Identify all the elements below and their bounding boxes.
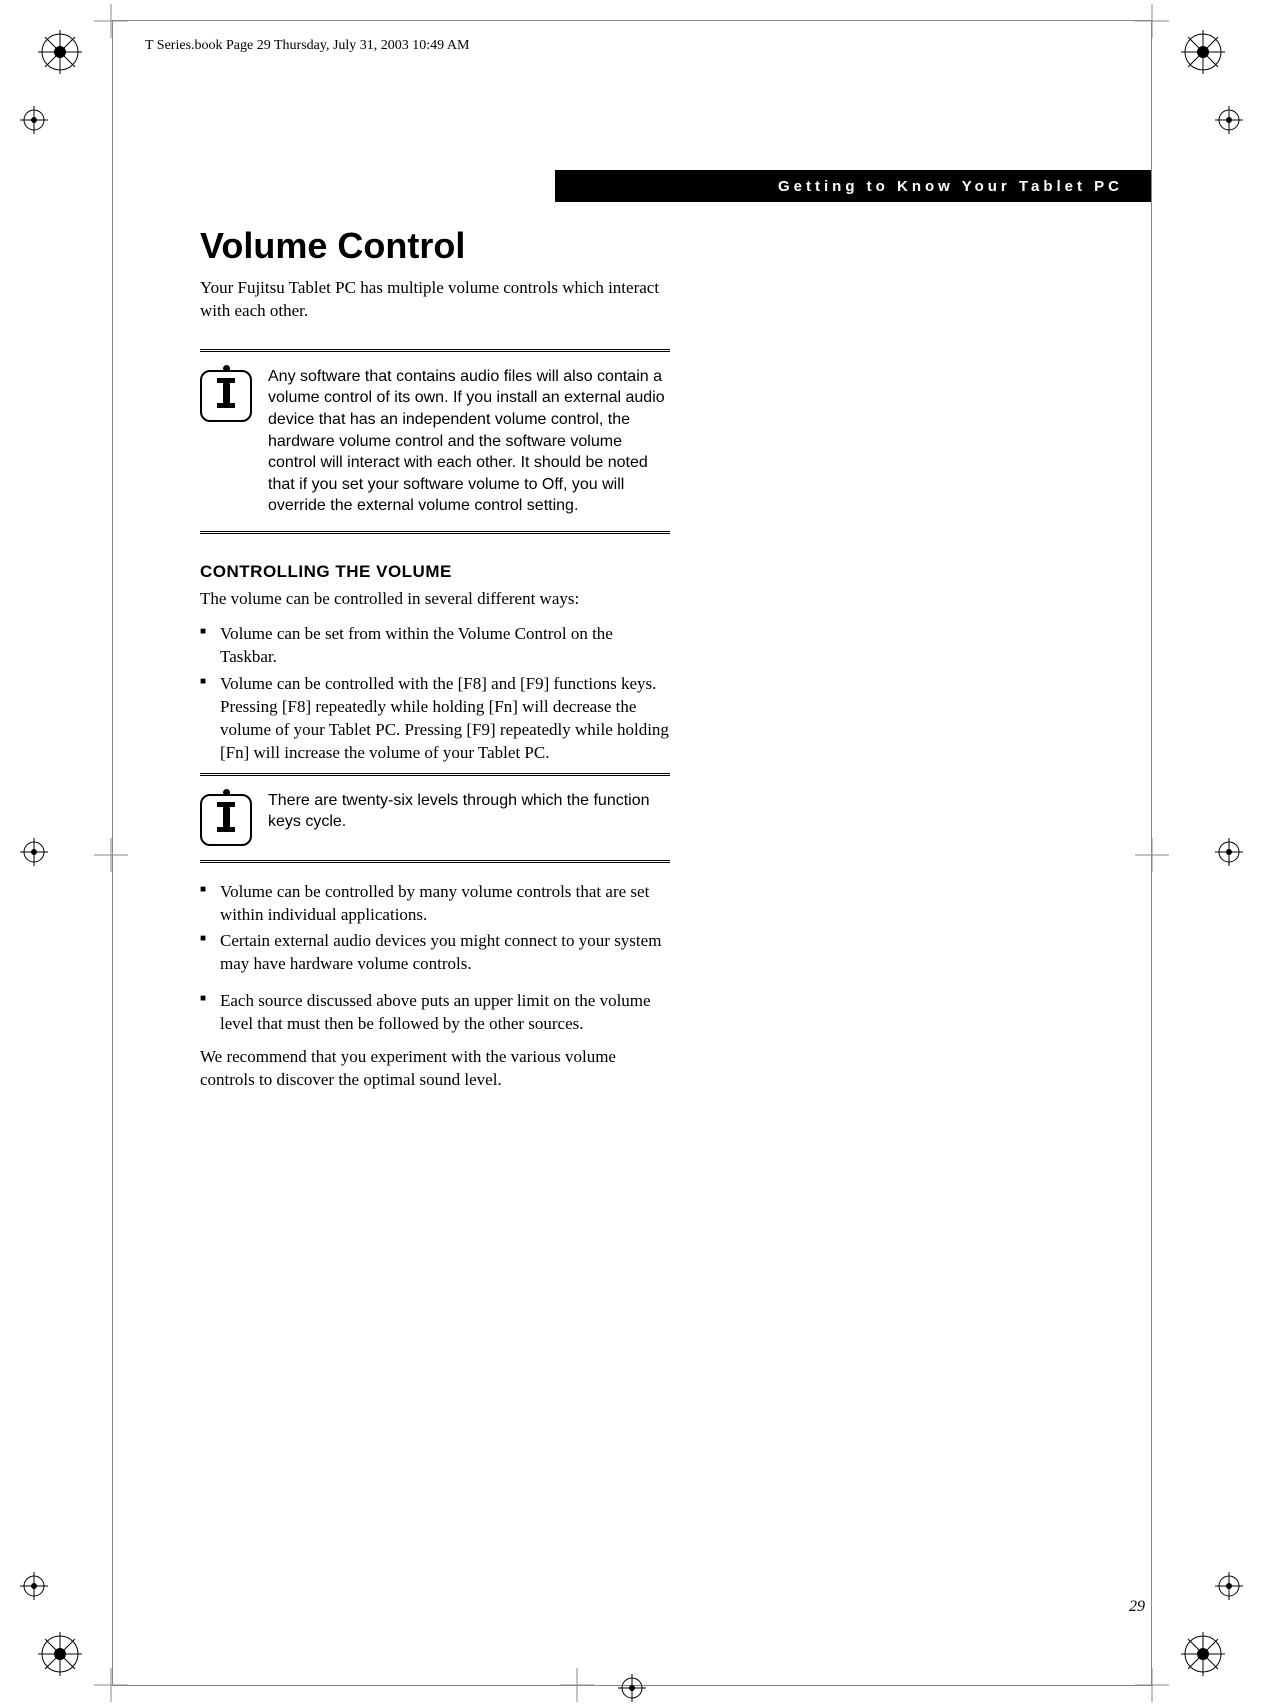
info-note-text: Any software that contains audio files w… [268,366,670,517]
crop-mark-icon [1135,1668,1169,1702]
subheading: CONTROLLING THE VOLUME [200,562,670,582]
crop-mark-icon [1135,838,1169,872]
info-note-box: Any software that contains audio files w… [200,349,670,534]
content-column: Volume Control Your Fujitsu Tablet PC ha… [200,225,670,1104]
bullet-list-b: Volume can be controlled by many volume … [200,881,670,977]
closing-paragraph: We recommend that you experiment with th… [200,1046,670,1092]
list-item: Volume can be set from within the Volume… [200,623,670,669]
list-item: Volume can be controlled by many volume … [200,881,670,927]
target-icon [1215,1572,1243,1600]
section-header-tab: Getting to Know Your Tablet PC [555,170,1151,202]
crop-mark-icon [94,838,128,872]
registration-mark-icon [38,30,82,74]
list-item: Volume can be controlled with the [F8] a… [200,673,670,765]
info-note-box: There are twenty-six levels through whic… [200,773,670,863]
target-icon [618,1674,646,1702]
target-icon [20,106,48,134]
target-icon [20,838,48,866]
page-title: Volume Control [200,225,670,267]
intro-paragraph: Your Fujitsu Tablet PC has multiple volu… [200,277,670,323]
page-number: 29 [1129,1598,1145,1616]
registration-mark-icon [1181,1632,1225,1676]
registration-mark-icon [38,1632,82,1676]
list-item: Each source discussed above puts an uppe… [200,990,670,1036]
lead-paragraph: The volume can be controlled in several … [200,588,670,611]
section-header-text: Getting to Know Your Tablet PC [778,178,1123,195]
crop-mark-icon [1135,4,1169,38]
print-header: T Series.book Page 29 Thursday, July 31,… [145,38,469,54]
bullet-list-c: Each source discussed above puts an uppe… [200,990,670,1036]
info-note-text: There are twenty-six levels through whic… [268,790,670,833]
target-icon [1215,838,1243,866]
registration-mark-icon [1181,30,1225,74]
list-item: Certain external audio devices you might… [200,930,670,976]
target-icon [20,1572,48,1600]
target-icon [1215,106,1243,134]
info-icon [200,370,252,422]
crop-mark-icon [94,4,128,38]
crop-mark-icon [94,1668,128,1702]
info-icon [200,794,252,846]
crop-mark-icon [560,1668,594,1702]
bullet-list-a: Volume can be set from within the Volume… [200,623,670,765]
